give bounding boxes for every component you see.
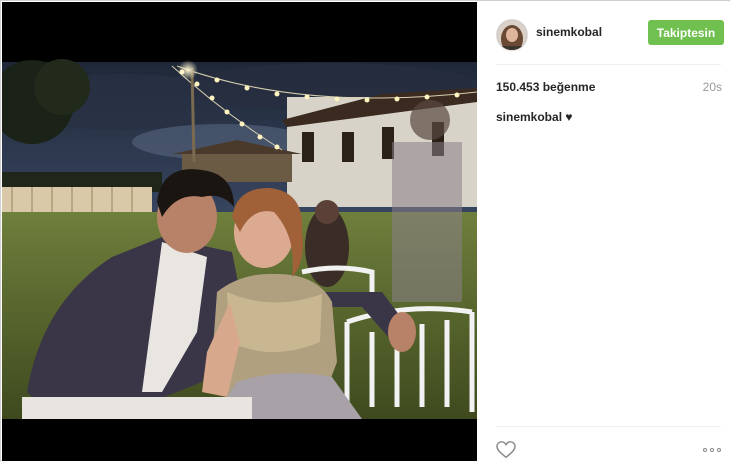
ellipsis-icon — [703, 448, 707, 452]
post-photo-image — [2, 2, 477, 461]
caption-text: ♥ — [565, 110, 573, 124]
following-button[interactable]: Takiptesin — [648, 20, 724, 45]
like-count[interactable]: 150.453 beğenme — [496, 80, 595, 94]
header-divider — [496, 64, 721, 65]
avatar-image — [497, 20, 527, 50]
ellipsis-icon — [717, 448, 721, 452]
post-caption: sinemkobal ♥ — [496, 110, 573, 124]
post-modal: sinemkobal Takiptesin 150.453 beğenme 20… — [0, 0, 730, 461]
avatar[interactable] — [496, 19, 528, 51]
post-author-username[interactable]: sinemkobal — [536, 25, 602, 39]
caption-username[interactable]: sinemkobal — [496, 110, 562, 124]
ellipsis-icon — [710, 448, 714, 452]
actions-divider — [496, 426, 721, 427]
post-timestamp[interactable]: 20s — [703, 80, 722, 94]
post-side-panel: sinemkobal Takiptesin 150.453 beğenme 20… — [477, 2, 730, 461]
post-header: sinemkobal Takiptesin — [477, 2, 730, 64]
more-options-button[interactable] — [703, 446, 725, 454]
post-photo[interactable] — [2, 2, 477, 461]
like-button[interactable] — [496, 441, 516, 459]
heart-outline-icon — [496, 441, 516, 459]
